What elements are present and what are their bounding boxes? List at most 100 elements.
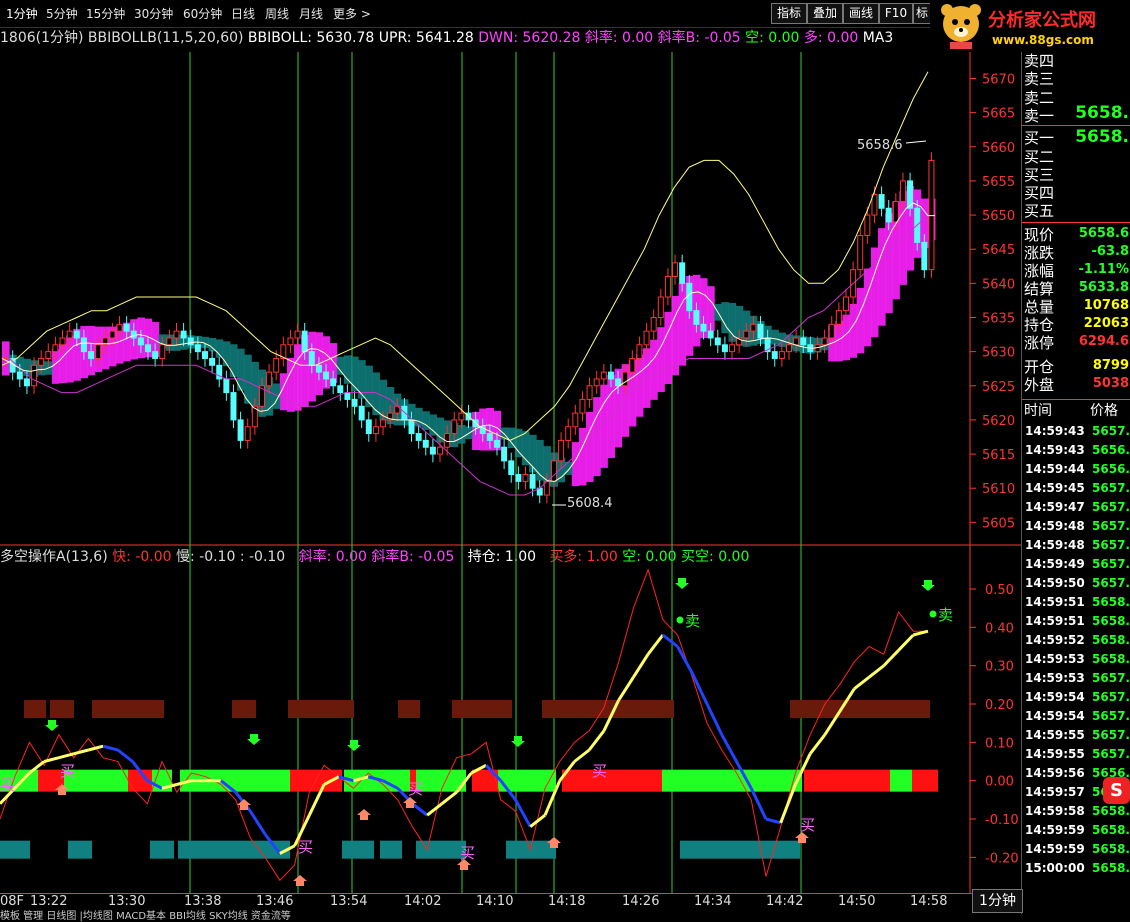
buy-label: 买 (460, 844, 475, 862)
time-tick-label: 14:18 (548, 894, 586, 909)
candle-body (52, 344, 59, 353)
signal-bar (92, 700, 164, 718)
buy-label: 买 (0, 776, 15, 794)
candle-body (835, 310, 842, 325)
candle-body (700, 323, 707, 332)
time-tick-label: 14:42 (766, 894, 804, 909)
stat-value: -63.8 (1091, 244, 1129, 259)
stat-value: 8799 (1092, 358, 1129, 373)
tick-price: 5656. (1092, 462, 1130, 476)
candle-body (586, 385, 593, 400)
candle-body (864, 214, 871, 237)
tick-time: 14:59:59 (1025, 823, 1085, 837)
tick-time: 14:59:45 (1025, 481, 1085, 495)
candle-body (451, 419, 458, 435)
tick-price: 5657. (1092, 728, 1130, 742)
candle-body (778, 351, 785, 359)
price-tick-label: 5635 (982, 311, 1015, 326)
signal-bar (542, 700, 674, 718)
tick-time: 14:59:56 (1025, 766, 1085, 780)
candle-body (550, 460, 557, 482)
osc-tick-label: 0.40 (985, 621, 1014, 636)
tick-price: 5658. (1092, 861, 1130, 875)
magenta-band-segment (657, 327, 665, 393)
slow-line-segment (58, 752, 75, 760)
candle-body (729, 344, 736, 353)
candle-body (743, 330, 750, 339)
signal-bar (790, 700, 930, 718)
candle-body (486, 433, 493, 441)
candle-body (408, 419, 415, 435)
tick-price: 5657. (1092, 747, 1130, 761)
price-tick-label: 5665 (982, 107, 1015, 122)
osc-tick-label: 0.30 (985, 660, 1014, 675)
candle-body (66, 330, 73, 339)
s-badge-icon[interactable]: S (1103, 777, 1130, 804)
candle-body (315, 364, 322, 373)
high-pointer (905, 140, 927, 144)
candle-body (828, 323, 835, 339)
signal-bar (150, 840, 174, 859)
slow-line-segment (661, 633, 679, 648)
candle-body (600, 371, 607, 380)
tick-time: 14:59:54 (1025, 709, 1085, 723)
price-tick-label: 5630 (982, 346, 1015, 361)
magenta-band-segment (849, 303, 858, 358)
candle-body (501, 446, 508, 462)
tick-time-header: 时间 (1024, 403, 1052, 419)
candle-body (579, 398, 586, 414)
price-tick-label: 5605 (982, 516, 1015, 531)
stat-value: -1.11% (1078, 262, 1130, 277)
timeframe-button[interactable]: 1分钟 (972, 889, 1023, 913)
tick-time: 15:00:00 (1025, 861, 1085, 875)
candle-body (664, 276, 671, 298)
candle-body (871, 194, 878, 216)
teal-band-segment (464, 426, 473, 440)
price-tick-label: 5660 (982, 141, 1015, 156)
template-tabs[interactable]: 模板 管理 日线图 |均线图 MACD基本 BBI均线 SKY均线 资金流等 (0, 907, 291, 922)
time-tick-label: 14:10 (476, 894, 514, 909)
slow-line-segment (882, 649, 900, 667)
teal-band-segment (514, 428, 523, 458)
slow-line-segment (808, 733, 827, 755)
candle-body (323, 371, 330, 380)
candle-body (429, 446, 436, 455)
tick-price: 5658. (1092, 823, 1130, 837)
candle-body (786, 344, 792, 353)
osc-tick-label: -0.20 (985, 851, 1019, 866)
stat-label: 涨停 (1024, 334, 1055, 352)
price-tick-label: 5645 (982, 243, 1015, 258)
candle-body (194, 344, 201, 353)
sell-arrow-icon (45, 720, 59, 731)
candle-body (750, 323, 757, 332)
tick-time: 14:59:43 (1025, 443, 1085, 457)
candle-body (437, 446, 444, 455)
price-tick-label: 5620 (982, 414, 1015, 429)
time-tick-label: 14:34 (694, 894, 732, 909)
magenta-band-segment (856, 287, 865, 354)
candle-body (88, 351, 95, 359)
candle-body (615, 378, 622, 387)
tick-time: 14:59:59 (1025, 842, 1085, 856)
slow-line-segment (116, 748, 134, 763)
ask-1-label: 卖一 (1024, 107, 1055, 125)
teal-band-segment (336, 356, 345, 375)
teal-band-segment (350, 356, 359, 392)
slow-line-segment (720, 733, 738, 763)
time-tick-label: 14:02 (404, 894, 442, 909)
teal-band-segment (365, 365, 373, 408)
teal-band-segment (429, 414, 437, 436)
divider (1022, 222, 1130, 223)
candle-body (921, 241, 928, 271)
candle-body (116, 323, 123, 332)
time-tick-label: 14:58 (910, 894, 948, 909)
magenta-band-segment (593, 397, 601, 477)
candle-body (857, 235, 864, 271)
candle-body (508, 460, 515, 476)
price-tick-label: 5610 (982, 482, 1015, 497)
signal-bar (68, 840, 92, 859)
axes: 5670 5665 5660 5655 5650 5645 5640 5635 5630 5625… (970, 72, 1019, 866)
tick-price: 5657. (1092, 519, 1130, 533)
buy-label: 买 (60, 762, 75, 780)
stat-value: 5658.6 (1078, 226, 1129, 241)
